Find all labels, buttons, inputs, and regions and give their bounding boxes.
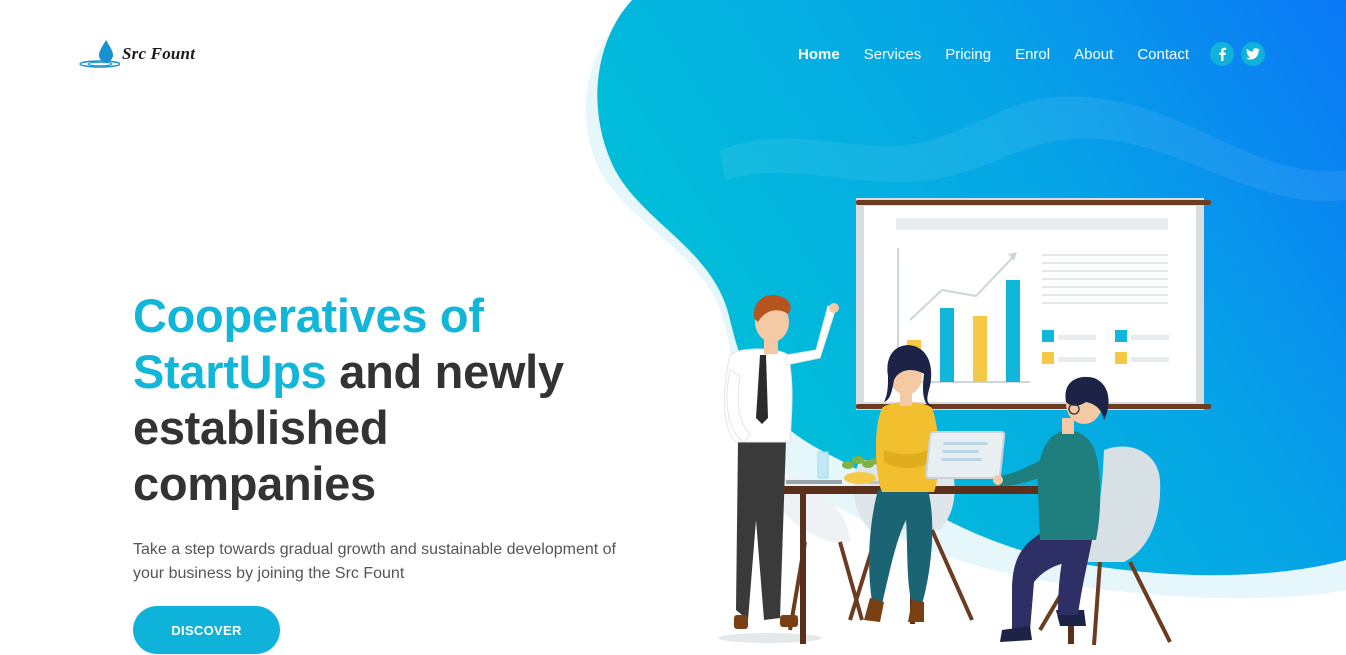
site-header: Src Fount Home Services Pricing Enrol Ab… [0,0,1346,110]
discover-button[interactable]: DISCOVER [133,606,280,654]
team-meeting-illustration [718,198,1211,646]
facebook-icon[interactable] [1210,42,1234,66]
hero-title-part-1: and newly [326,345,564,398]
nav-item-home[interactable]: Home [798,45,840,65]
hero-title-part-2: established [133,401,389,454]
hero-section: Cooperatives of StartUps and newly estab… [133,288,653,586]
twitter-icon[interactable] [1241,42,1265,66]
hero-title-accent-2: StartUps [133,345,327,398]
main-nav: Home Services Pricing Enrol About Contac… [798,45,1213,65]
seated-man-laptop [925,376,1109,642]
nav-item-services[interactable]: Services [864,45,922,65]
water-drop-icon [79,40,120,68]
nav-item-pricing[interactable]: Pricing [945,45,991,65]
hero-title-part-3: companies [133,457,376,510]
nav-item-enrol[interactable]: Enrol [1015,45,1050,65]
nav-item-about[interactable]: About [1074,45,1113,65]
brand-logo[interactable]: Src Fount [78,38,195,70]
social-links [1210,42,1265,66]
hero-title-accent-1: Cooperatives of [133,289,484,342]
hero-subtitle: Take a step towards gradual growth and s… [133,541,616,582]
hero-title: Cooperatives of StartUps and newly estab… [133,288,653,512]
brand-name: Src Fount [122,44,196,63]
nav-item-contact[interactable]: Contact [1137,45,1189,65]
